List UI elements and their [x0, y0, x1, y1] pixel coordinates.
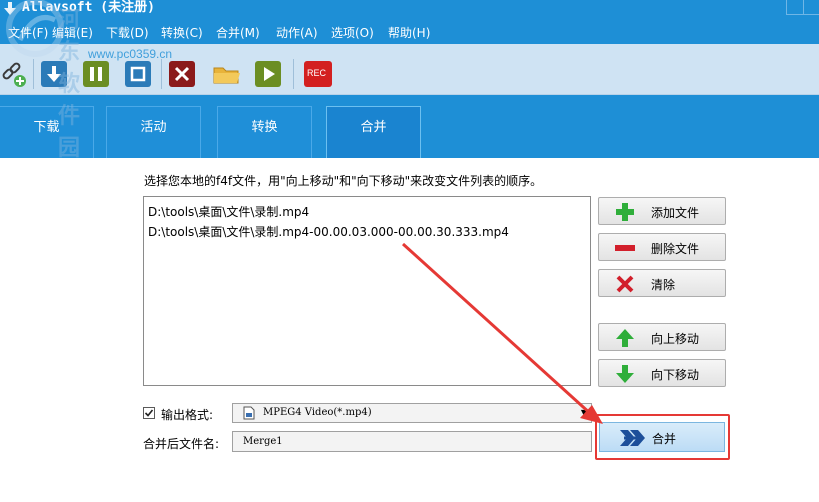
watermark-name: 河东软件园: [58, 8, 81, 161]
annotation-arrow: [401, 242, 603, 424]
watermark-logo-icon: [6, 0, 64, 57]
watermark-url: www.pc0359.cn: [88, 47, 173, 61]
